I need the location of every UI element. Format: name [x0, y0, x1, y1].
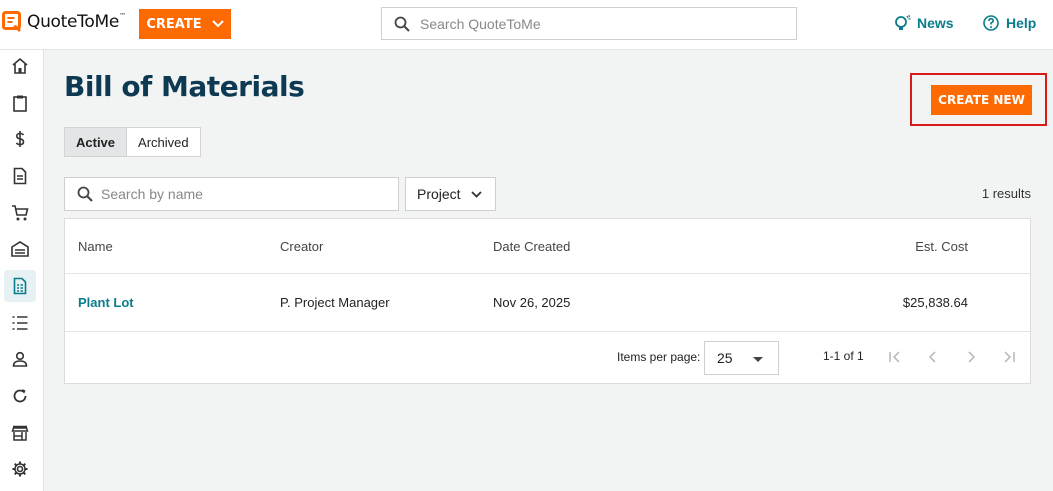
chevron-right-icon	[968, 351, 976, 363]
cart-icon	[12, 205, 29, 221]
help-link[interactable]: Help	[982, 14, 1036, 32]
search-icon	[394, 16, 410, 32]
bom-table: Name Creator Date Created Est. Cost Plan…	[64, 218, 1031, 384]
tab-archived[interactable]: Archived	[127, 128, 200, 156]
tab-active[interactable]: Active	[65, 128, 128, 156]
list-icon	[12, 316, 28, 330]
column-header-date-created[interactable]: Date Created	[493, 239, 570, 254]
bom-name-link[interactable]: Plant Lot	[78, 295, 134, 310]
sidebar-item-orders[interactable]	[4, 197, 36, 229]
last-page-icon	[1004, 351, 1015, 363]
person-icon	[12, 351, 28, 367]
status-tabs: Active Archived	[64, 127, 201, 157]
items-per-page-select[interactable]: 25	[704, 341, 779, 375]
global-search-input[interactable]	[420, 15, 780, 32]
sidebar-item-warehouse[interactable]	[4, 233, 36, 265]
quotetome-logo-icon	[2, 11, 21, 32]
sidebar-nav	[0, 50, 44, 491]
previous-page-button[interactable]	[921, 345, 945, 369]
sidebar-item-projects[interactable]	[4, 87, 36, 119]
sidebar-item-vendors[interactable]	[4, 417, 36, 449]
items-per-page-label: Items per page:	[617, 350, 701, 364]
dollar-icon	[15, 131, 25, 147]
name-search[interactable]	[64, 177, 399, 211]
project-filter-dropdown[interactable]: Project	[405, 177, 496, 211]
help-circle-icon	[983, 15, 999, 31]
gear-icon	[12, 461, 28, 477]
news-link[interactable]: News	[893, 14, 954, 32]
chevron-left-icon	[928, 351, 936, 363]
logo-text: QuoteToMe™	[27, 12, 126, 32]
store-icon	[11, 425, 29, 441]
document-icon	[13, 167, 27, 185]
column-header-creator[interactable]: Creator	[280, 239, 323, 254]
row-date-created: Nov 26, 2025	[493, 295, 571, 310]
news-label: News	[917, 15, 954, 31]
global-search[interactable]	[381, 7, 797, 40]
lightbulb-icon	[895, 14, 911, 30]
sidebar-item-documents[interactable]	[4, 160, 36, 192]
create-new-button[interactable]: CREATE NEW	[931, 85, 1032, 115]
project-filter-label: Project	[417, 186, 461, 202]
chevron-down-icon	[211, 20, 224, 28]
first-page-icon	[889, 351, 900, 363]
page-title: Bill of Materials	[64, 70, 305, 103]
search-icon	[77, 186, 93, 202]
sidebar-item-settings[interactable]	[4, 453, 36, 485]
sidebar-item-bill-of-materials[interactable]	[4, 270, 36, 302]
pagination-range: 1-1 of 1	[823, 349, 864, 363]
sidebar-item-finance[interactable]	[4, 123, 36, 155]
results-count: 1 results	[981, 186, 1031, 201]
last-page-button[interactable]	[997, 345, 1021, 369]
create-menu-button[interactable]: CREATE	[139, 9, 231, 39]
sidebar-item-lists[interactable]	[4, 307, 36, 339]
help-label: Help	[1006, 15, 1037, 31]
first-page-button[interactable]	[883, 345, 907, 369]
sidebar-item-contacts[interactable]	[4, 343, 36, 375]
sidebar-item-home[interactable]	[4, 50, 36, 82]
app-logo[interactable]: QuoteToMe™	[2, 11, 126, 33]
divider	[65, 331, 1030, 332]
warehouse-icon	[11, 241, 29, 257]
dropdown-arrow-icon	[753, 357, 763, 362]
column-header-est-cost[interactable]: Est. Cost	[915, 239, 968, 254]
home-icon	[12, 57, 28, 74]
top-bar: QuoteToMe™ CREATE News Help	[0, 0, 1053, 50]
divider	[65, 273, 1030, 274]
items-per-page-value: 25	[717, 350, 733, 366]
next-page-button[interactable]	[959, 345, 983, 369]
create-new-highlight: CREATE NEW	[910, 73, 1047, 126]
chevron-down-icon	[470, 190, 482, 198]
name-search-input[interactable]	[101, 186, 381, 202]
row-creator: P. Project Manager	[280, 295, 390, 310]
clipboard-icon	[13, 95, 27, 112]
row-est-cost: $25,838.64	[902, 295, 968, 310]
create-button-label: CREATE	[146, 16, 202, 32]
bill-of-materials-icon	[13, 277, 27, 295]
column-header-name[interactable]: Name	[78, 239, 113, 254]
sidebar-item-sync[interactable]	[4, 380, 36, 412]
refresh-icon	[13, 389, 27, 403]
